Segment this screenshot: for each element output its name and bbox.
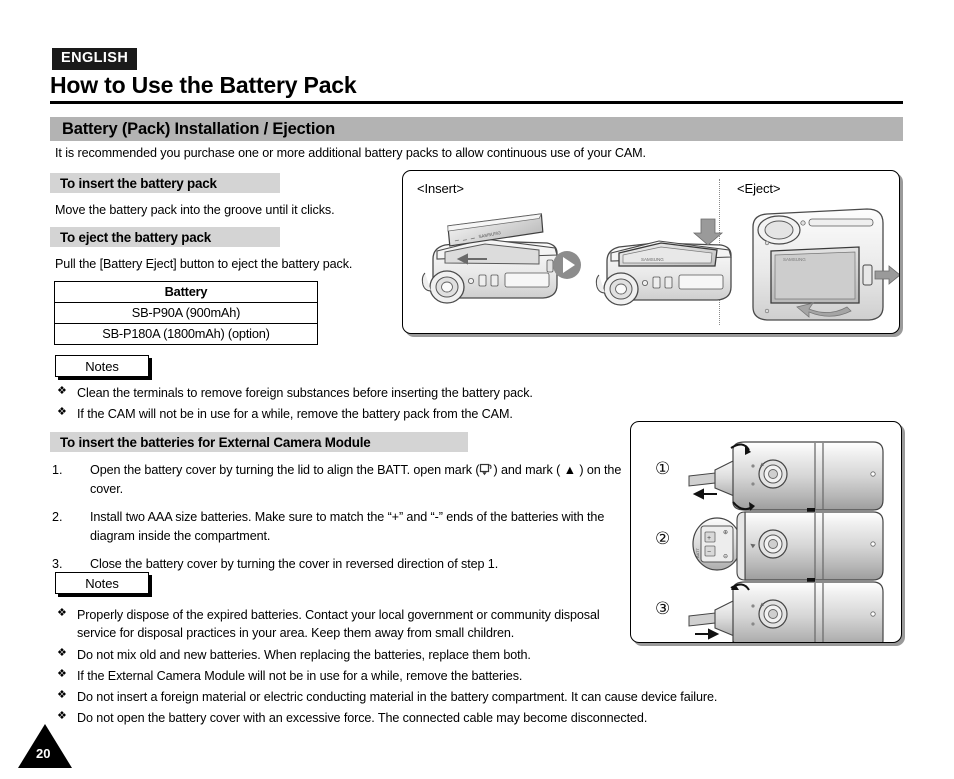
subheading-eject-battery-pack: To eject the battery pack xyxy=(50,227,280,247)
section-intro-text: It is recommended you purchase one or mo… xyxy=(55,146,646,160)
subheading-external-label: To insert the batteries for External Cam… xyxy=(60,434,371,450)
step-label-2: ② xyxy=(655,529,670,548)
note-text: Do not open the battery cover with an ex… xyxy=(77,711,648,726)
list-item: 2. Install two AAA size batteries. Make … xyxy=(52,508,632,546)
external-camera-module-drawing: ① ▲ ② + − ⊕ ⊖ BATT ▲ ③ ▲ xyxy=(655,441,884,642)
insert-eject-drawing: SAMSUNG SAMSUNG SAMSUNG xyxy=(421,208,899,321)
step-text: Close the battery cover by turning the c… xyxy=(90,556,499,571)
subheading-insert-battery-pack: To insert the battery pack xyxy=(50,173,280,193)
list-item: ❖ If the External Camera Module will not… xyxy=(55,667,845,685)
notes-label-1: Notes xyxy=(85,358,119,374)
note-text: Do not insert a foreign material or elec… xyxy=(77,690,718,704)
svg-text:▲: ▲ xyxy=(759,462,765,468)
step-number: 2. xyxy=(52,509,63,524)
step-text: Open the battery cover by turning the li… xyxy=(90,461,632,499)
table-row: SB-P180A (1800mAh) (option) xyxy=(54,323,318,345)
note-text: Do not mix old and new batteries. When r… xyxy=(77,647,531,662)
batt-open-mark-icon xyxy=(479,462,493,477)
list-item: ❖ Do not open the battery cover with an … xyxy=(55,709,845,727)
table-row: SB-P90A (900mAh) xyxy=(54,302,318,324)
list-item: 3. Close the battery cover by turning th… xyxy=(52,555,632,574)
battery-model-2: SB-P180A (1800mAh) (option) xyxy=(54,323,318,345)
section-heading-bar: Battery (Pack) Installation / Ejection xyxy=(50,117,903,141)
svg-text:BATT: BATT xyxy=(695,548,700,558)
notes-label-2: Notes xyxy=(85,575,119,591)
note-text: Clean the terminals to remove foreign su… xyxy=(77,386,533,400)
page-number-badge: 20 xyxy=(16,722,74,772)
list-item: ❖ Do not mix old and new batteries. When… xyxy=(55,646,845,664)
step-label-1: ① xyxy=(655,459,670,478)
illustration-external-camera-module: ① ▲ ② + − ⊕ ⊖ BATT ▲ ③ ▲ xyxy=(630,421,902,643)
table-header-row: Battery xyxy=(54,281,318,303)
notes-box-1: Notes xyxy=(55,355,149,377)
note-text: If the External Camera Module will not b… xyxy=(77,668,523,683)
svg-text:⊕: ⊕ xyxy=(723,530,728,536)
list-item: ❖ If the CAM will not be in use for a wh… xyxy=(55,405,635,423)
step-number: 1. xyxy=(52,463,63,477)
bullet-icon: ❖ xyxy=(57,385,67,397)
manual-page: ENGLISH How to Use the Battery Pack Batt… xyxy=(0,0,954,779)
svg-text:▲: ▲ xyxy=(759,602,765,608)
bullet-icon: ❖ xyxy=(57,646,67,659)
battery-model-1: SB-P90A (900mAh) xyxy=(54,302,318,324)
list-item: ❖ Do not insert a foreign material or el… xyxy=(55,688,845,706)
page-number-text: 20 xyxy=(36,746,51,761)
notes-box-2: Notes xyxy=(55,572,149,594)
step-number: 3. xyxy=(52,556,63,571)
svg-text:−: − xyxy=(707,549,711,556)
notes-list-1: ❖ Clean the terminals to remove foreign … xyxy=(55,384,635,427)
section-heading-text: Battery (Pack) Installation / Ejection xyxy=(62,119,335,138)
bullet-icon: ❖ xyxy=(57,667,67,680)
subheading-eject-label: To eject the battery pack xyxy=(60,229,212,245)
step-text: Install two AAA size batteries. Make sur… xyxy=(90,509,605,543)
battery-spec-table: Battery SB-P90A (900mAh) SB-P180A (1800m… xyxy=(54,281,318,345)
play-arrow-icon xyxy=(553,251,581,279)
eject-instruction-text: Pull the [Battery Eject] button to eject… xyxy=(55,257,353,271)
note-text: If the CAM will not be in use for a whil… xyxy=(77,407,513,422)
note-text: Properly dispose of the expired batterie… xyxy=(77,608,600,641)
bullet-icon: ❖ xyxy=(57,689,67,701)
table-header-battery: Battery xyxy=(54,281,318,303)
svg-text:+: + xyxy=(707,535,711,542)
title-divider xyxy=(50,101,903,104)
list-item: ❖ Clean the terminals to remove foreign … xyxy=(55,384,635,402)
language-badge: ENGLISH xyxy=(52,48,138,70)
step1-text-before: Open the battery cover by turning the li… xyxy=(90,463,480,477)
svg-text:SAMSUNG: SAMSUNG xyxy=(641,257,664,262)
subheading-external-camera-module: To insert the batteries for External Cam… xyxy=(50,432,468,452)
svg-text:⊖: ⊖ xyxy=(723,554,728,560)
list-item: 1. Open the battery cover by turning the… xyxy=(52,461,632,499)
numbered-steps-list: 1. Open the battery cover by turning the… xyxy=(52,461,632,582)
svg-text:SAMSUNG: SAMSUNG xyxy=(783,257,806,262)
subheading-insert-label: To insert the battery pack xyxy=(60,175,217,191)
page-title: How to Use the Battery Pack xyxy=(50,72,357,98)
insert-instruction-text: Move the battery pack into the groove un… xyxy=(55,203,335,217)
bullet-icon: ❖ xyxy=(57,607,67,619)
bullet-icon: ❖ xyxy=(57,406,67,419)
illustration-insert-eject: <Insert> <Eject> SAMSUNG SAMSUNG SAMSUNG xyxy=(402,170,900,334)
step-label-3: ③ xyxy=(655,599,670,618)
